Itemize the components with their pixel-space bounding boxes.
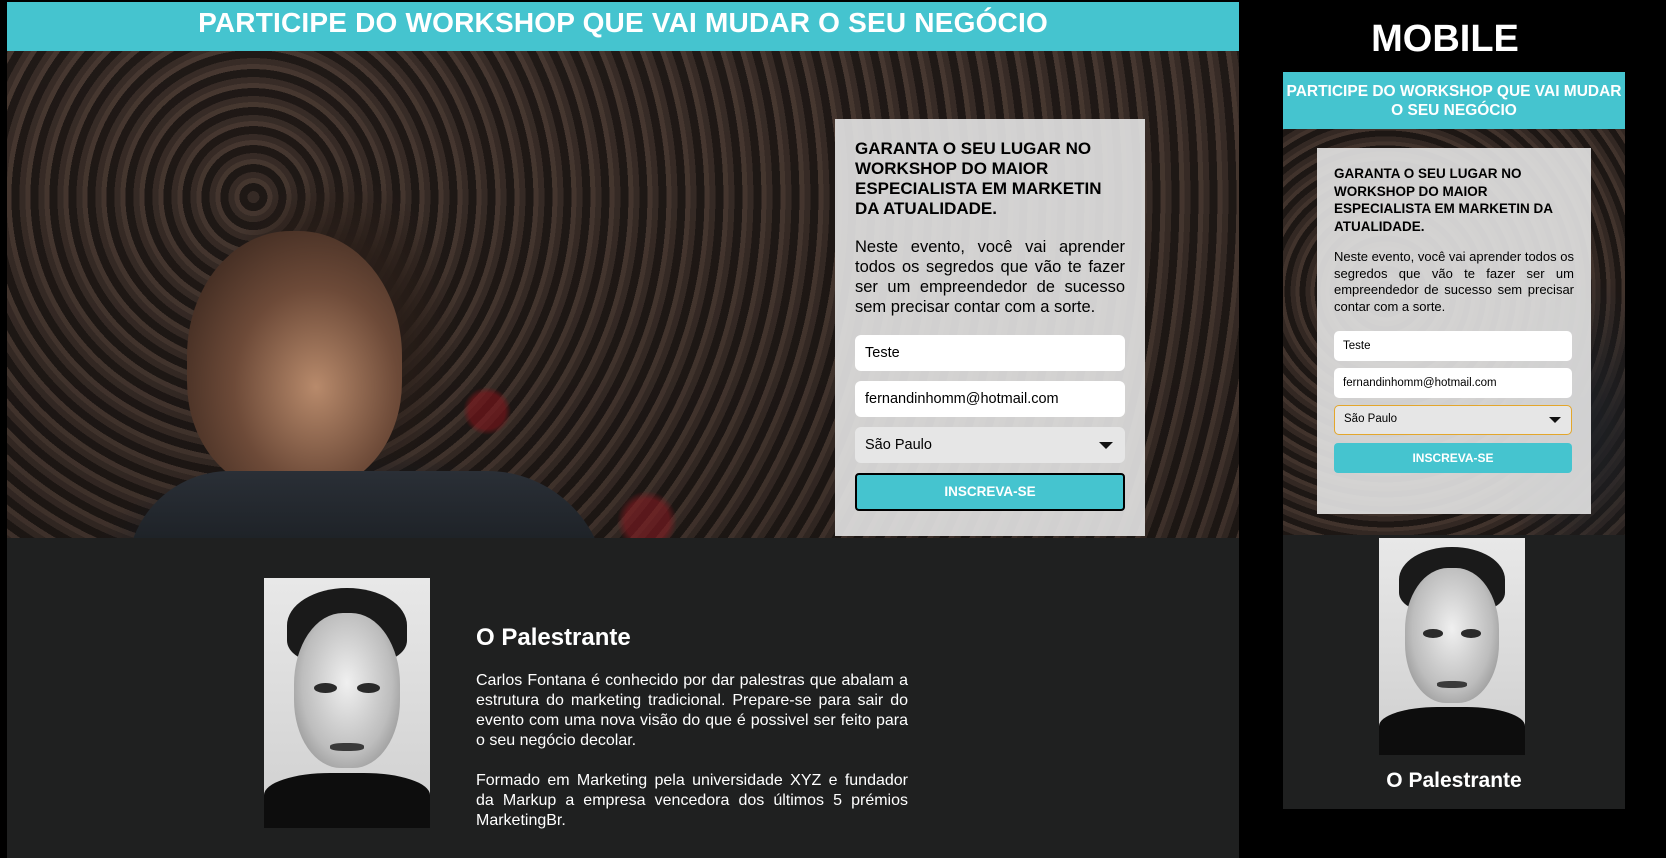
speaker-title: O Palestrante (476, 624, 631, 651)
mobile-form-description: Neste evento, você vai aprender todos os… (1334, 249, 1574, 314)
speaker-bio-paragraph-2: Formado em Marketing pela universidade X… (476, 772, 908, 829)
mobile-city-select[interactable]: São Paulo (1334, 405, 1572, 435)
page-title: PARTICIPE DO WORKSHOP QUE VAI MUDAR O SE… (198, 7, 1048, 38)
city-select[interactable]: São Paulo (855, 427, 1125, 463)
mobile-preview: PARTICIPE DO WORKSHOP QUE VAI MUDAR O SE… (1283, 72, 1625, 809)
name-input[interactable]: Teste (855, 335, 1125, 371)
mobile-page-title: PARTICIPE DO WORKSHOP QUE VAI MUDAR O SE… (1286, 83, 1622, 119)
caret-down-icon (1099, 442, 1113, 449)
signup-form: GARANTA O SEU LUGAR NO WORKSHOP DO MAIOR… (835, 119, 1145, 536)
speaker-photo (264, 578, 430, 828)
page-header: PARTICIPE DO WORKSHOP QUE VAI MUDAR O SE… (7, 2, 1239, 51)
hero-speaker-body (127, 471, 607, 538)
mobile-speaker-photo (1379, 538, 1525, 755)
email-input[interactable]: fernandinhomm@hotmail.com (855, 381, 1125, 417)
city-select-value: São Paulo (865, 437, 932, 453)
desktop-preview: PARTICIPE DO WORKSHOP QUE VAI MUDAR O SE… (7, 2, 1239, 858)
form-heading: GARANTA O SEU LUGAR NO WORKSHOP DO MAIOR… (855, 139, 1102, 218)
mobile-subscribe-button[interactable]: INSCREVA-SE (1334, 443, 1572, 473)
mobile-label: MOBILE (1371, 18, 1519, 60)
mobile-form-heading: GARANTA O SEU LUGAR NO WORKSHOP DO MAIOR… (1334, 166, 1553, 234)
hero-section: GARANTA O SEU LUGAR NO WORKSHOP DO MAIOR… (7, 51, 1239, 538)
mobile-name-input[interactable]: Teste (1334, 331, 1572, 361)
speaker-bio: Carlos Fontana é conhecido por dar pales… (476, 671, 908, 831)
hero-speaker-image (187, 231, 402, 491)
mobile-city-select-value: São Paulo (1344, 413, 1398, 425)
mobile-hero-section: GARANTA O SEU LUGAR NO WORKSHOP DO MAIOR… (1283, 129, 1625, 535)
mobile-page-header: PARTICIPE DO WORKSHOP QUE VAI MUDAR O SE… (1283, 72, 1625, 129)
caret-down-icon (1549, 417, 1561, 423)
speaker-section: O Palestrante Carlos Fontana é conhecido… (7, 538, 1239, 856)
subscribe-button[interactable]: INSCREVA-SE (855, 473, 1125, 511)
mobile-speaker-title: O Palestrante (1386, 769, 1522, 792)
speaker-bio-paragraph-1: Carlos Fontana é conhecido por dar pales… (476, 672, 908, 749)
mobile-email-input[interactable]: fernandinhomm@hotmail.com (1334, 368, 1572, 398)
mobile-signup-form: GARANTA O SEU LUGAR NO WORKSHOP DO MAIOR… (1317, 148, 1591, 514)
form-description: Neste evento, você vai aprender todos os… (855, 238, 1125, 316)
